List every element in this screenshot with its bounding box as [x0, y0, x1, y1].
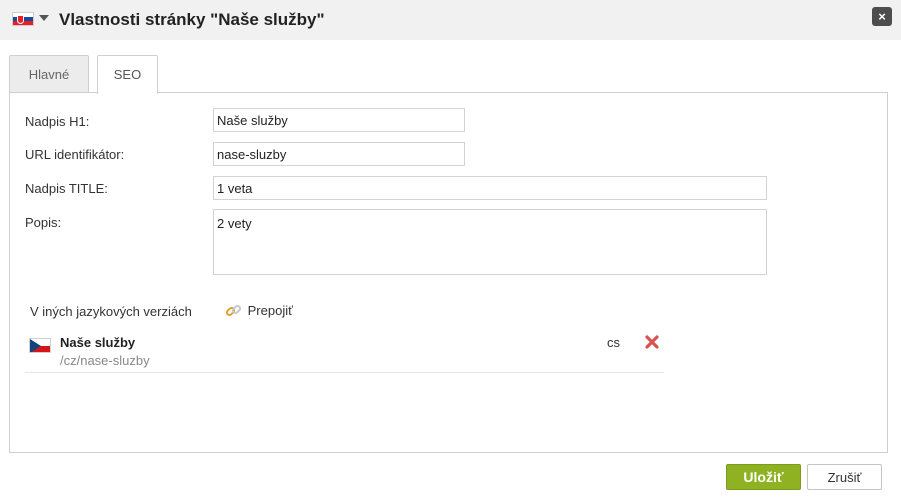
remove-x-icon[interactable]	[644, 334, 660, 350]
title-label: Nadpis TITLE:	[25, 181, 108, 196]
relink-button[interactable]: Prepojiť	[225, 302, 293, 320]
relink-label: Prepojiť	[247, 303, 293, 319]
h1-input[interactable]	[213, 108, 465, 132]
cancel-button[interactable]: Zrušiť	[807, 464, 882, 490]
caret-down-icon[interactable]	[39, 15, 49, 21]
slovakia-flag-icon	[12, 12, 34, 26]
h1-label: Nadpis H1:	[25, 114, 90, 129]
dialog-titlebar: Vlastnosti stránky "Naše služby" ×	[0, 0, 901, 40]
title-input[interactable]	[213, 176, 767, 200]
language-versions-label: V iných jazykových verziách	[30, 304, 192, 319]
czech-flag-icon	[29, 338, 51, 353]
save-button[interactable]: Uložiť	[726, 464, 801, 490]
dialog-title: Vlastnosti stránky "Naše služby"	[59, 10, 325, 29]
linked-page-url: /cz/nase-sluzby	[60, 353, 150, 368]
description-textarea[interactable]: 2 vety	[213, 209, 767, 275]
tab-hlavne[interactable]: Hlavné	[9, 55, 89, 93]
row-divider	[25, 372, 664, 373]
url-input[interactable]	[213, 142, 465, 166]
url-label: URL identifikátor:	[25, 147, 125, 162]
close-button[interactable]: ×	[872, 7, 892, 26]
linked-page-lang: cs	[607, 335, 620, 350]
tab-seo[interactable]: SEO	[97, 55, 158, 94]
linked-page-name[interactable]: Naše služby	[60, 335, 135, 350]
chain-link-icon	[225, 305, 242, 317]
description-label: Popis:	[25, 215, 62, 230]
